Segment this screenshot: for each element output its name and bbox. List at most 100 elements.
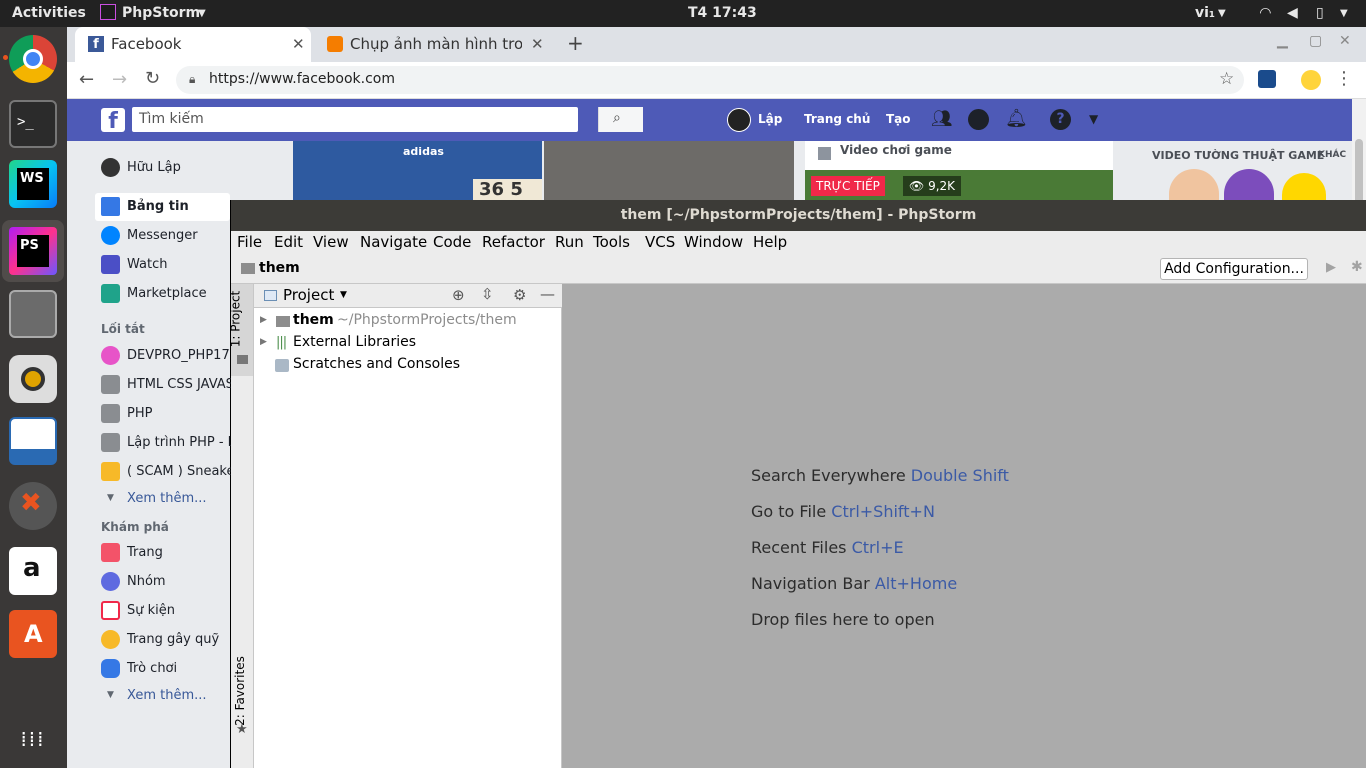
webstorm-icon[interactable]: WS bbox=[9, 160, 57, 208]
explore-item[interactable]: Trò chơi bbox=[127, 661, 177, 676]
favorites-tool-tab[interactable]: 2: Favorites bbox=[233, 656, 247, 726]
project-view-selector[interactable]: Project bbox=[283, 286, 334, 304]
chevron-down-icon[interactable]: ▼ bbox=[340, 290, 347, 300]
nav-marketplace[interactable]: Marketplace bbox=[127, 286, 207, 301]
settings-icon[interactable]: ✖ bbox=[9, 482, 57, 530]
collapse-all-icon[interactable]: ⇳ bbox=[481, 285, 494, 303]
shortcut-item[interactable]: ( SCAM ) Sneaker bbox=[127, 464, 240, 479]
avatar[interactable] bbox=[727, 108, 751, 132]
see-more-explore[interactable]: Xem thêm... bbox=[127, 688, 207, 703]
explore-item[interactable]: Trang bbox=[127, 545, 163, 560]
debug-icon[interactable]: ✱ bbox=[1351, 259, 1363, 275]
menu-edit[interactable]: Edit bbox=[274, 233, 303, 251]
profile-avatar-icon[interactable] bbox=[1301, 70, 1321, 90]
tree-external-libraries[interactable]: External Libraries bbox=[293, 334, 416, 350]
amazon-icon[interactable]: a bbox=[9, 547, 57, 595]
files-icon[interactable] bbox=[9, 290, 57, 338]
nav-profile[interactable]: Hữu Lập bbox=[127, 160, 181, 175]
shortcut-item[interactable]: Lập trình PHP - La bbox=[127, 435, 243, 450]
post-image-sneaker[interactable] bbox=[544, 141, 794, 200]
browser-menu-icon[interactable]: ⋮ bbox=[1335, 68, 1353, 89]
software-center-icon[interactable]: A bbox=[9, 610, 57, 658]
menu-file[interactable]: File bbox=[237, 233, 262, 251]
add-configuration-button[interactable]: Add Configuration... bbox=[1160, 258, 1308, 280]
menu-window[interactable]: Window bbox=[684, 233, 743, 251]
bookmark-star-icon[interactable]: ☆ bbox=[1219, 69, 1234, 89]
rhythmbox-icon[interactable] bbox=[9, 355, 57, 403]
chevron-down-icon[interactable]: ▼ bbox=[1218, 8, 1226, 19]
friend-requests-icon[interactable]: 👥︎ bbox=[931, 109, 953, 129]
clock[interactable]: T4 17:43 bbox=[688, 5, 757, 21]
streamer-avatar[interactable] bbox=[1224, 169, 1274, 200]
nav-news-feed[interactable]: Bảng tin bbox=[127, 199, 189, 214]
app-menu-label[interactable]: PhpStorm bbox=[122, 5, 200, 21]
messenger-icon[interactable] bbox=[968, 109, 989, 130]
streamer-avatar[interactable] bbox=[1169, 169, 1219, 200]
shortcut-item[interactable]: PHP bbox=[127, 406, 152, 421]
tab-screenshot-article[interactable]: Chụp ảnh màn hình trong ✕ bbox=[319, 27, 549, 62]
close-icon[interactable]: ✕ bbox=[531, 35, 544, 53]
reload-icon[interactable]: ↻ bbox=[145, 68, 160, 89]
live-video-thumbnail[interactable]: TRỰC TIẾP 👁︎ 9,2K bbox=[805, 170, 1113, 200]
volume-icon[interactable]: ◀ bbox=[1287, 5, 1298, 21]
explore-item[interactable]: Nhóm bbox=[127, 574, 166, 589]
see-more-shortcuts[interactable]: Xem thêm... bbox=[127, 491, 207, 506]
terminal-icon[interactable]: >_ bbox=[9, 100, 57, 148]
suggestions-more-link[interactable]: KHÁC bbox=[1318, 150, 1346, 160]
menu-code[interactable]: Code bbox=[433, 233, 471, 251]
gear-icon[interactable]: ⚙ bbox=[513, 286, 526, 304]
hide-panel-icon[interactable]: — bbox=[540, 285, 555, 303]
address-bar[interactable]: 🔒︎ https://www.facebook.com ☆ bbox=[176, 66, 1244, 94]
chrome-icon[interactable] bbox=[9, 35, 57, 83]
menu-vcs[interactable]: VCS bbox=[645, 233, 675, 251]
project-tool-tab[interactable]: 1: Project bbox=[228, 291, 242, 348]
explore-item[interactable]: Trang gây quỹ bbox=[127, 632, 219, 647]
chevron-down-icon[interactable]: ▼ bbox=[198, 8, 206, 19]
create-link[interactable]: Tạo bbox=[886, 112, 911, 126]
search-button[interactable]: ⌕ bbox=[598, 107, 643, 132]
locate-file-icon[interactable]: ⊕ bbox=[452, 286, 465, 304]
keyboard-layout-indicator[interactable]: vi₁ bbox=[1195, 5, 1215, 21]
tab-facebook[interactable]: f Facebook ✕ bbox=[75, 27, 311, 62]
new-tab-icon[interactable]: + bbox=[567, 31, 584, 55]
back-icon[interactable]: ← bbox=[79, 69, 94, 90]
activities-button[interactable]: Activities bbox=[12, 5, 86, 21]
show-applications-icon[interactable]: ⁞⁞⁞ bbox=[9, 715, 57, 763]
menu-tools[interactable]: Tools bbox=[593, 233, 630, 251]
editor-empty-area[interactable]: Search Everywhere Double Shift Go to Fil… bbox=[562, 284, 1366, 768]
home-link[interactable]: Trang chủ bbox=[804, 112, 870, 126]
forward-icon[interactable]: → bbox=[112, 69, 127, 90]
notifications-bell-icon[interactable]: 🔔︎ bbox=[1005, 108, 1028, 129]
menu-view[interactable]: View bbox=[313, 233, 349, 251]
expand-arrow-icon[interactable]: ▶ bbox=[260, 337, 267, 347]
run-icon[interactable]: ▶ bbox=[1326, 260, 1336, 275]
menu-help[interactable]: Help bbox=[753, 233, 787, 251]
profile-link[interactable]: Lập bbox=[758, 112, 782, 126]
system-menu-chevron-icon[interactable]: ▼ bbox=[1340, 8, 1348, 19]
minimize-window-icon[interactable]: ▁ bbox=[1277, 33, 1288, 49]
phpstorm-dock-item[interactable]: PS bbox=[2, 220, 64, 282]
close-icon[interactable]: ✕ bbox=[292, 35, 305, 53]
facebook-search-input[interactable]: Tìm kiếm ⌕ bbox=[132, 107, 643, 132]
menu-refactor[interactable]: Refactor bbox=[482, 233, 545, 251]
close-window-icon[interactable]: ✕ bbox=[1339, 33, 1351, 49]
wifi-icon[interactable]: ◠ bbox=[1260, 5, 1271, 21]
post-image-shoebox[interactable]: adidas 36 5 bbox=[293, 141, 542, 200]
tree-scratches-consoles[interactable]: Scratches and Consoles bbox=[293, 356, 460, 372]
facebook-logo-icon[interactable]: f bbox=[101, 108, 125, 134]
explore-item[interactable]: Sự kiện bbox=[127, 603, 175, 618]
help-icon[interactable]: ? bbox=[1050, 109, 1071, 130]
tree-root-folder[interactable]: them bbox=[293, 312, 334, 328]
breadcrumb[interactable]: them bbox=[259, 260, 300, 276]
window-title[interactable]: them [~/PhpstormProjects/them] - PhpStor… bbox=[231, 200, 1366, 231]
battery-icon[interactable]: ▯ bbox=[1316, 5, 1324, 21]
maximize-window-icon[interactable]: ▢ bbox=[1309, 33, 1322, 49]
nav-messenger[interactable]: Messenger bbox=[127, 228, 198, 243]
emoji-avatar[interactable] bbox=[1282, 173, 1326, 200]
shortcut-item[interactable]: DEVPRO_PHP17 bbox=[127, 348, 230, 363]
libreoffice-writer-icon[interactable] bbox=[9, 417, 57, 465]
extension-icon[interactable] bbox=[1258, 70, 1276, 88]
account-menu-chevron-icon[interactable]: ▼ bbox=[1089, 112, 1098, 126]
menu-navigate[interactable]: Navigate bbox=[360, 233, 427, 251]
video-game-header[interactable]: Video chơi game bbox=[805, 141, 1113, 170]
